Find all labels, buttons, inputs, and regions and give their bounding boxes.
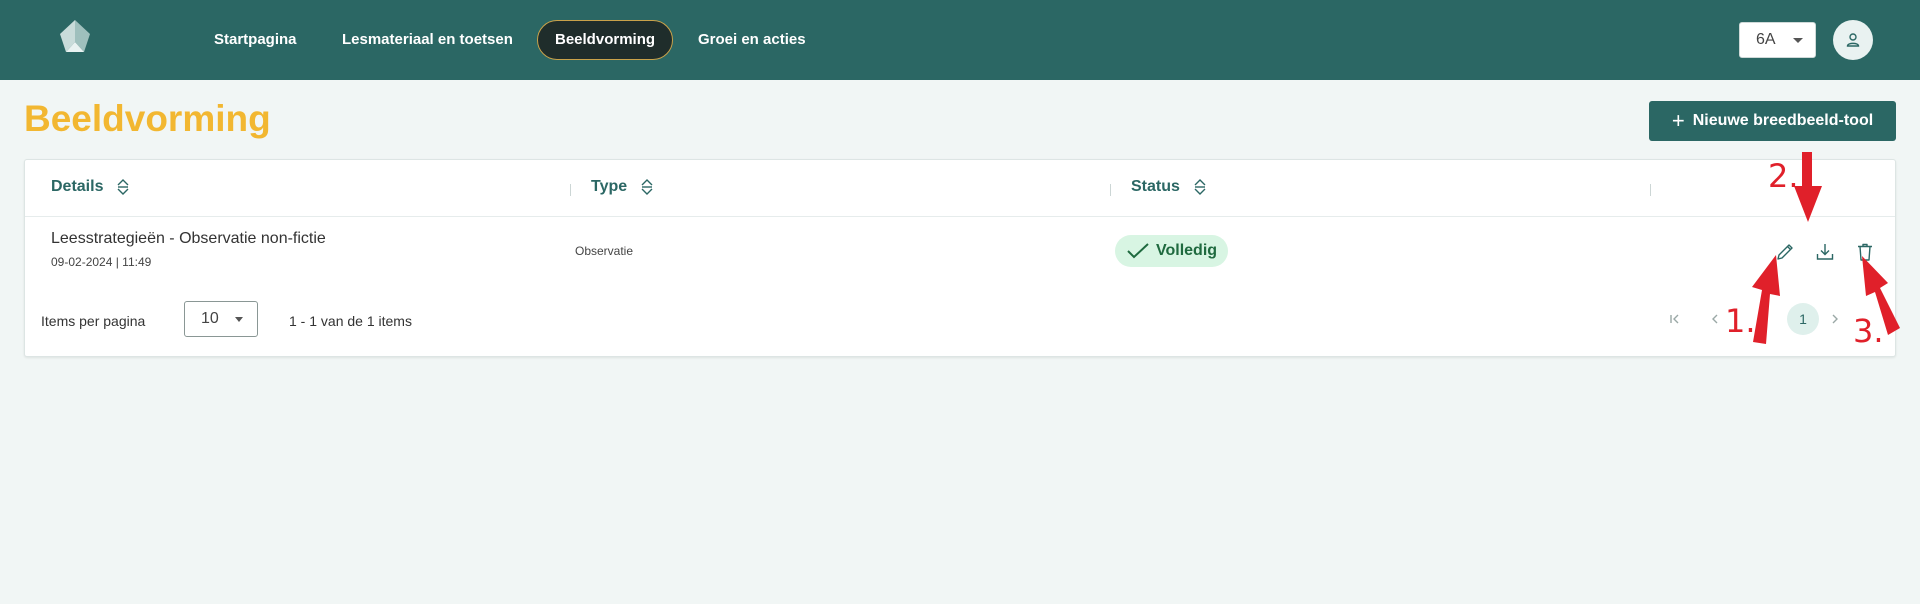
nav-startpagina[interactable]: Startpagina xyxy=(197,20,314,60)
class-select[interactable]: 6A xyxy=(1739,22,1816,58)
plus-icon: + xyxy=(1671,108,1685,133)
nav-beeldvorming[interactable]: Beeldvorming xyxy=(537,20,674,60)
edit-button[interactable] xyxy=(1773,240,1797,264)
items-per-page-value: 10 xyxy=(201,310,219,327)
logo-icon[interactable] xyxy=(54,18,96,56)
column-divider xyxy=(1110,184,1111,196)
column-label: Details xyxy=(51,178,104,195)
new-breedbeeld-tool-button[interactable]: + Nieuwe breedbeeld-tool xyxy=(1649,101,1896,141)
page-title: Beeldvorming xyxy=(24,98,271,139)
status-label: Volledig xyxy=(1156,242,1218,259)
row-type: Observatie xyxy=(575,244,634,258)
items-per-page-select[interactable]: 10 xyxy=(184,301,258,337)
nav-groei-en-acties[interactable]: Groei en acties xyxy=(681,20,823,60)
items-per-page-label: Items per pagina xyxy=(41,313,146,329)
header-divider xyxy=(25,216,1895,217)
column-label: Type xyxy=(591,178,628,195)
pagination-range: 1 - 1 van de 1 items xyxy=(289,313,412,329)
column-header-details[interactable]: Details xyxy=(51,178,129,196)
column-divider xyxy=(1650,184,1651,196)
annotation-label-2: 2. xyxy=(1768,157,1799,195)
annotation-label-3: 3. xyxy=(1853,312,1884,350)
column-label: Status xyxy=(1131,178,1180,195)
row-date: 09-02-2024 | 11:49 xyxy=(51,255,152,269)
download-button[interactable] xyxy=(1813,240,1837,264)
pencil-icon xyxy=(1777,244,1793,260)
row-title[interactable]: Leesstrategieën - Observatie non-fictie xyxy=(51,230,326,248)
sort-icon[interactable] xyxy=(117,178,129,196)
avatar[interactable] xyxy=(1833,20,1873,60)
sort-icon[interactable] xyxy=(1194,178,1206,196)
delete-button[interactable] xyxy=(1853,240,1877,264)
new-button-label: Nieuwe breedbeeld-tool xyxy=(1692,112,1874,129)
column-header-status[interactable]: Status xyxy=(1131,178,1206,196)
first-page-button[interactable] xyxy=(1659,303,1691,335)
trash-icon xyxy=(1858,243,1872,261)
page-number-current[interactable]: 1 xyxy=(1787,303,1819,335)
caret-down-icon xyxy=(235,317,243,322)
nav-lesmateriaal-en-toetsen[interactable]: Lesmateriaal en toetsen xyxy=(325,20,530,60)
results-table: Details Type Status Leesstrategieën - Ob… xyxy=(24,159,1896,357)
check-icon xyxy=(1127,243,1149,259)
first-page-icon xyxy=(1670,314,1679,324)
download-icon xyxy=(1816,244,1834,260)
column-divider xyxy=(570,184,571,196)
user-icon xyxy=(1846,33,1860,47)
caret-down-icon xyxy=(1793,38,1803,43)
next-page-button[interactable] xyxy=(1819,303,1851,335)
top-navigation-bar: Startpagina Lesmateriaal en toetsen Beel… xyxy=(0,0,1920,80)
sort-icon[interactable] xyxy=(641,178,653,196)
chevron-right-icon xyxy=(1832,314,1838,324)
column-header-type[interactable]: Type xyxy=(591,178,653,196)
chevron-left-icon xyxy=(1712,314,1718,324)
status-badge: Volledig xyxy=(1115,235,1229,267)
annotation-label-1: 1. xyxy=(1725,302,1756,340)
class-select-value: 6A xyxy=(1756,31,1776,48)
